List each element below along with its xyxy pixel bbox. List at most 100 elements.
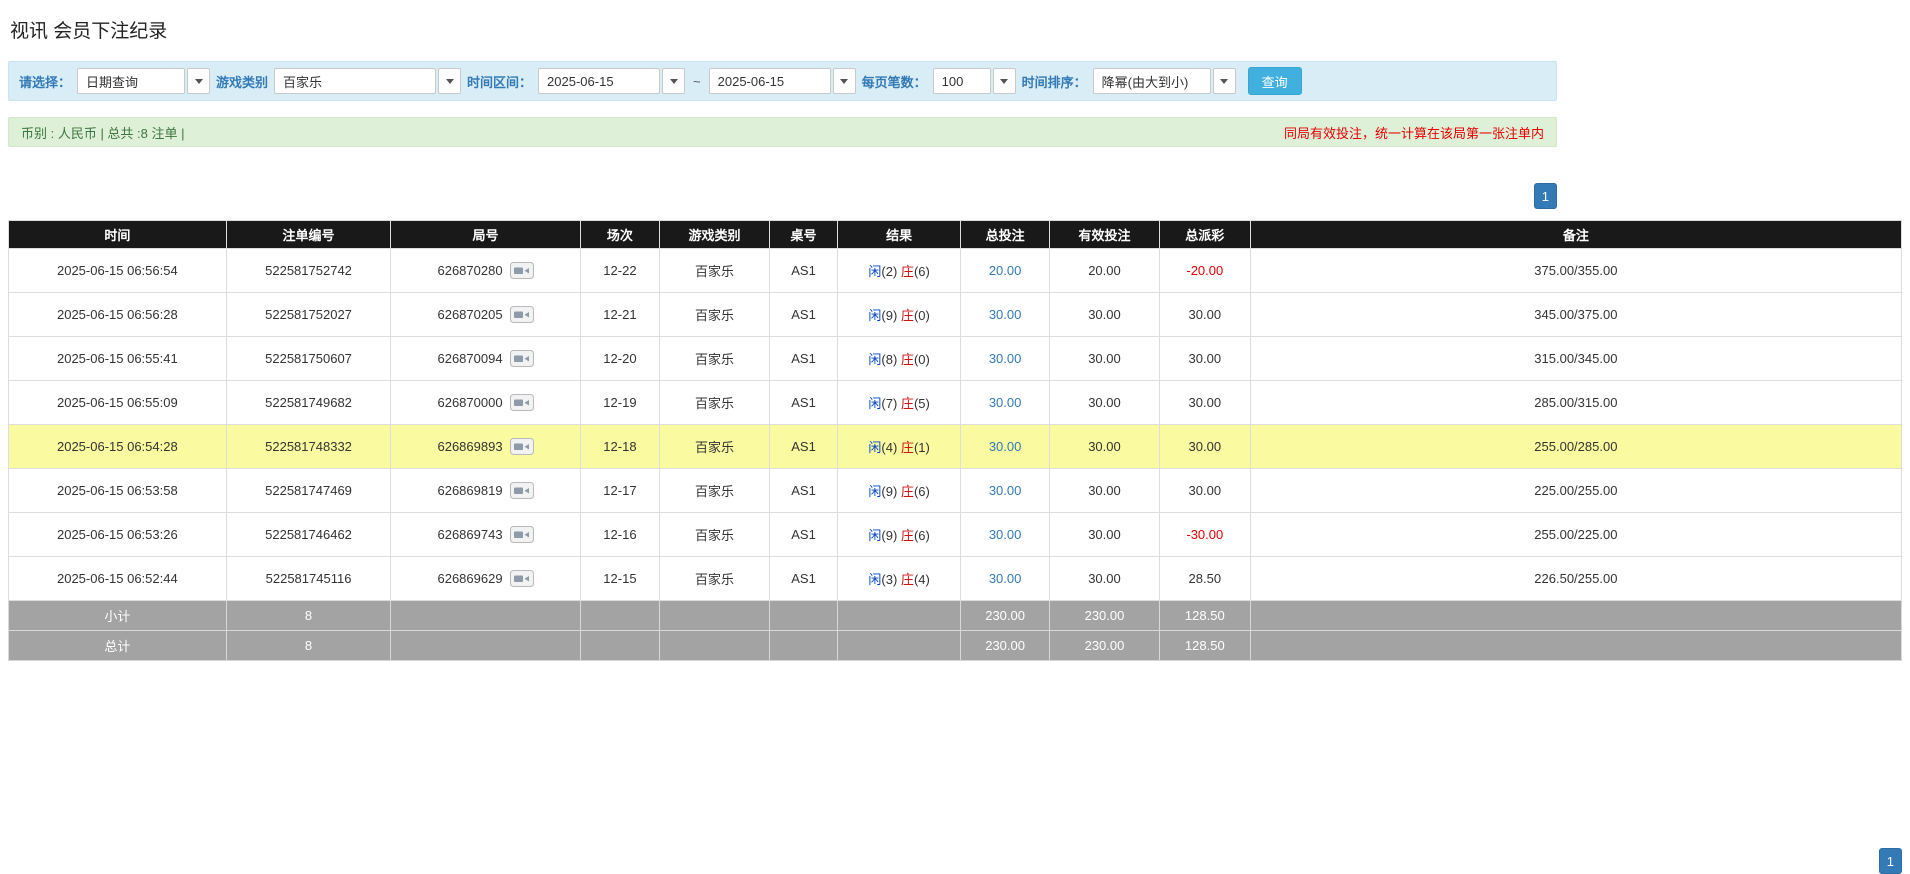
table-no-cell: AS1 (769, 381, 837, 425)
banker-result: 庄 (901, 572, 914, 587)
time-cell: 2025-06-15 06:53:26 (9, 513, 227, 557)
bet-records-table: 时间注单编号局号场次游戏类别桌号结果总投注有效投注总派彩备注 2025-06-1… (8, 220, 1902, 661)
date-from-value: 2025-06-15 (538, 68, 660, 94)
bet-id-cell: 522581752742 (226, 249, 391, 293)
round-number: 626870280 (437, 263, 502, 278)
column-header: 总派彩 (1159, 221, 1250, 249)
remark-cell: 255.00/285.00 (1250, 425, 1901, 469)
game-type-cell: 百家乐 (660, 513, 770, 557)
date-to-select[interactable]: 2025-06-15 (709, 68, 856, 94)
banker-result: 庄 (901, 264, 914, 279)
currency-summary-text: 币别 : 人民币 | 总共 :8 注单 | (21, 123, 185, 142)
pagination-bottom: 1 (1879, 848, 1902, 874)
payout-cell: -30.00 (1159, 513, 1250, 557)
video-replay-icon[interactable] (510, 306, 534, 323)
session-cell: 12-18 (580, 425, 660, 469)
result-cell: 闲(9) 庄(6) (838, 469, 961, 513)
total-bet-link[interactable]: 30.00 (989, 395, 1022, 410)
date-from-select[interactable]: 2025-06-15 (538, 68, 685, 94)
column-header: 有效投注 (1050, 221, 1160, 249)
chevron-down-icon[interactable] (438, 68, 461, 94)
column-header: 注单编号 (226, 221, 391, 249)
time-cell: 2025-06-15 06:56:54 (9, 249, 227, 293)
total-bet-link[interactable]: 30.00 (989, 571, 1022, 586)
total-bet-link[interactable]: 30.00 (989, 483, 1022, 498)
summary-row: 总计8230.00230.00128.50 (9, 631, 1902, 661)
table-row: 2025-06-15 06:56:54522581752742 626870280… (9, 249, 1902, 293)
round-number: 626870000 (437, 395, 502, 410)
round-cell: 626869893 (391, 425, 580, 469)
time-cell: 2025-06-15 06:55:41 (9, 337, 227, 381)
remark-cell: 285.00/315.00 (1250, 381, 1901, 425)
bet-id-cell: 522581745116 (226, 557, 391, 601)
total-bet-link[interactable]: 20.00 (989, 263, 1022, 278)
table-no-cell: AS1 (769, 557, 837, 601)
bet-id-cell: 522581746462 (226, 513, 391, 557)
pagination-top: 1 (8, 183, 1557, 209)
session-cell: 12-17 (580, 469, 660, 513)
search-button[interactable]: 查询 (1248, 67, 1302, 95)
column-header: 局号 (391, 221, 580, 249)
page-size-select[interactable]: 100 (933, 68, 1016, 94)
chevron-down-icon[interactable] (993, 68, 1016, 94)
payout-cell: 30.00 (1159, 337, 1250, 381)
page-size-value: 100 (933, 68, 991, 94)
payout-cell: 30.00 (1159, 293, 1250, 337)
game-type-cell: 百家乐 (660, 249, 770, 293)
session-cell: 12-19 (580, 381, 660, 425)
video-replay-icon[interactable] (510, 394, 534, 411)
video-replay-icon[interactable] (510, 482, 534, 499)
table-no-cell: AS1 (769, 469, 837, 513)
remark-cell: 375.00/355.00 (1250, 249, 1901, 293)
total-bet-link[interactable]: 30.00 (989, 307, 1022, 322)
video-replay-icon[interactable] (510, 350, 534, 367)
result-cell: 闲(9) 庄(6) (838, 513, 961, 557)
total-bet-link[interactable]: 30.00 (989, 439, 1022, 454)
round-cell: 626870280 (391, 249, 580, 293)
round-cell: 626869629 (391, 557, 580, 601)
page: 视讯 会员下注纪录 请选择： 日期查询 游戏类别 百家乐 时间区间： 2025-… (0, 16, 1910, 661)
player-result: 闲 (868, 396, 881, 411)
summary-label: 小计 (9, 601, 227, 631)
banker-result: 庄 (901, 484, 914, 499)
round-number: 626869743 (437, 527, 502, 542)
bet-id-cell: 522581749682 (226, 381, 391, 425)
valid-bet-cell: 30.00 (1050, 513, 1160, 557)
player-result: 闲 (868, 440, 881, 455)
video-replay-icon[interactable] (510, 262, 534, 279)
chevron-down-icon[interactable] (1213, 68, 1236, 94)
table-row: 2025-06-15 06:55:41522581750607626870094… (9, 337, 1902, 381)
time-sort-value: 降幂(由大到小) (1093, 68, 1211, 94)
time-sort-select[interactable]: 降幂(由大到小) (1093, 68, 1236, 94)
chevron-down-icon[interactable] (662, 68, 685, 94)
valid-bet-cell: 20.00 (1050, 249, 1160, 293)
round-number: 626869819 (437, 483, 502, 498)
total-bet-link[interactable]: 30.00 (989, 527, 1022, 542)
column-header: 场次 (580, 221, 660, 249)
page-1-button[interactable]: 1 (1879, 848, 1902, 874)
query-type-select[interactable]: 日期查询 (77, 68, 210, 94)
page-1-button[interactable]: 1 (1534, 183, 1557, 209)
video-replay-icon[interactable] (510, 526, 534, 543)
table-row: 2025-06-15 06:56:28522581752027626870205… (9, 293, 1902, 337)
table-no-cell: AS1 (769, 337, 837, 381)
chevron-down-icon[interactable] (187, 68, 210, 94)
banker-result: 庄 (901, 396, 914, 411)
valid-bet-cell: 30.00 (1050, 293, 1160, 337)
column-header: 备注 (1250, 221, 1901, 249)
summary-payout: 128.50 (1159, 601, 1250, 631)
valid-bet-cell: 30.00 (1050, 557, 1160, 601)
game-type-cell: 百家乐 (660, 425, 770, 469)
session-cell: 12-15 (580, 557, 660, 601)
game-type-select[interactable]: 百家乐 (274, 68, 461, 94)
chevron-down-icon[interactable] (833, 68, 856, 94)
filter-area: 请选择： 日期查询 游戏类别 百家乐 时间区间： 2025-06-15 ~ 20… (8, 61, 1557, 209)
table-row: 2025-06-15 06:53:26522581746462 626869743… (9, 513, 1902, 557)
page-size-label: 每页笔数： (862, 72, 927, 91)
total-bet-link[interactable]: 30.00 (989, 351, 1022, 366)
round-cell: 626869743 (391, 513, 580, 557)
result-cell: 闲(8) 庄(0) (838, 337, 961, 381)
video-replay-icon[interactable] (510, 438, 534, 455)
query-type-value: 日期查询 (77, 68, 185, 94)
video-replay-icon[interactable] (510, 570, 534, 587)
